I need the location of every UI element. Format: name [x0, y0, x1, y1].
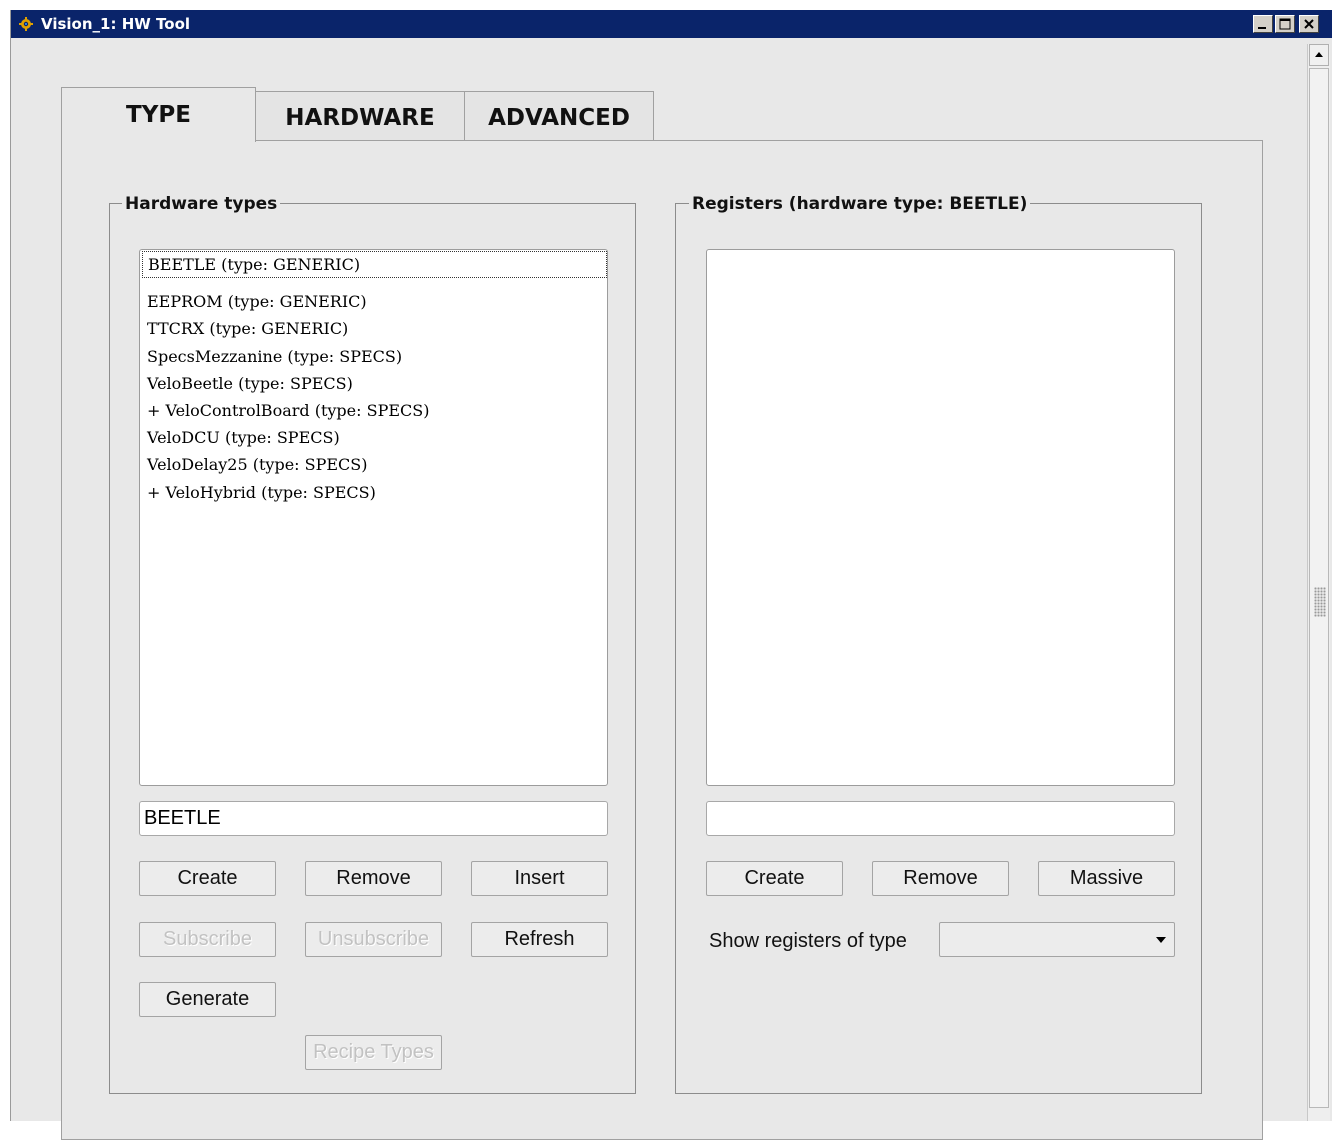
scroll-up-button[interactable]: [1309, 44, 1329, 66]
title-bar[interactable]: Vision_1: HW Tool: [11, 10, 1332, 38]
hw-tool-window: Vision_1: HW Tool TYPE HARDWARE ADVANCED…: [10, 10, 1332, 1140]
create-register-button[interactable]: Create: [706, 861, 843, 896]
chevron-down-icon[interactable]: [1148, 923, 1174, 956]
tab-advanced[interactable]: ADVANCED: [464, 91, 654, 141]
hardware-type-item[interactable]: SpecsMezzanine (type: SPECS): [144, 344, 405, 369]
hardware-type-name-input[interactable]: BEETLE: [139, 801, 608, 836]
grip-icon: [1314, 587, 1326, 617]
register-type-select[interactable]: [939, 922, 1175, 957]
tab-label: ADVANCED: [488, 105, 630, 131]
recipe-types-button[interactable]: Recipe Types: [305, 1035, 442, 1070]
hardware-type-item[interactable]: VeloDCU (type: SPECS): [144, 425, 343, 450]
hardware-type-item[interactable]: EEPROM (type: GENERIC): [144, 289, 370, 314]
scroll-thumb[interactable]: [1309, 68, 1329, 1108]
vertical-scrollbar[interactable]: [1307, 44, 1330, 1121]
tab-label: HARDWARE: [285, 105, 435, 131]
maximize-button[interactable]: [1275, 15, 1295, 33]
hardware-types-list[interactable]: BEETLE (type: GENERIC) EEPROM (type: GENE…: [139, 249, 608, 786]
gear-icon[interactable]: [19, 17, 33, 31]
show-registers-label: Show registers of type: [709, 930, 907, 952]
tab-type[interactable]: TYPE: [61, 87, 256, 142]
insert-type-button[interactable]: Insert: [471, 861, 608, 896]
remove-register-button[interactable]: Remove: [872, 861, 1009, 896]
refresh-button[interactable]: Refresh: [471, 922, 608, 957]
hardware-type-item[interactable]: VeloDelay25 (type: SPECS): [144, 452, 371, 477]
massive-button[interactable]: Massive: [1038, 861, 1175, 896]
unsubscribe-button[interactable]: Unsubscribe: [305, 922, 442, 957]
hardware-type-item[interactable]: BEETLE (type: GENERIC): [142, 251, 607, 278]
hardware-type-item[interactable]: + VeloControlBoard (type: SPECS): [144, 398, 432, 423]
maximize-icon: [1279, 18, 1291, 30]
minimize-button[interactable]: [1253, 15, 1273, 33]
window-title: Vision_1: HW Tool: [41, 15, 191, 33]
hardware-type-item[interactable]: + VeloHybrid (type: SPECS): [144, 480, 379, 505]
subscribe-button[interactable]: Subscribe: [139, 922, 276, 957]
hardware-types-title: Hardware types: [122, 194, 281, 214]
registers-title: Registers (hardware type: BEETLE): [689, 194, 1031, 214]
hardware-type-item[interactable]: TTCRX (type: GENERIC): [144, 316, 351, 341]
remove-type-button[interactable]: Remove: [305, 861, 442, 896]
arrow-up-icon: [1315, 52, 1323, 57]
close-icon: [1304, 19, 1314, 29]
register-name-input[interactable]: [706, 801, 1175, 836]
minimize-icon: [1258, 27, 1266, 29]
tab-label: TYPE: [126, 102, 191, 128]
registers-list[interactable]: [706, 249, 1175, 786]
close-button[interactable]: [1299, 15, 1319, 33]
hardware-type-item[interactable]: VeloBeetle (type: SPECS): [144, 371, 356, 396]
generate-button[interactable]: Generate: [139, 982, 276, 1017]
tab-hardware[interactable]: HARDWARE: [255, 91, 465, 141]
create-type-button[interactable]: Create: [139, 861, 276, 896]
